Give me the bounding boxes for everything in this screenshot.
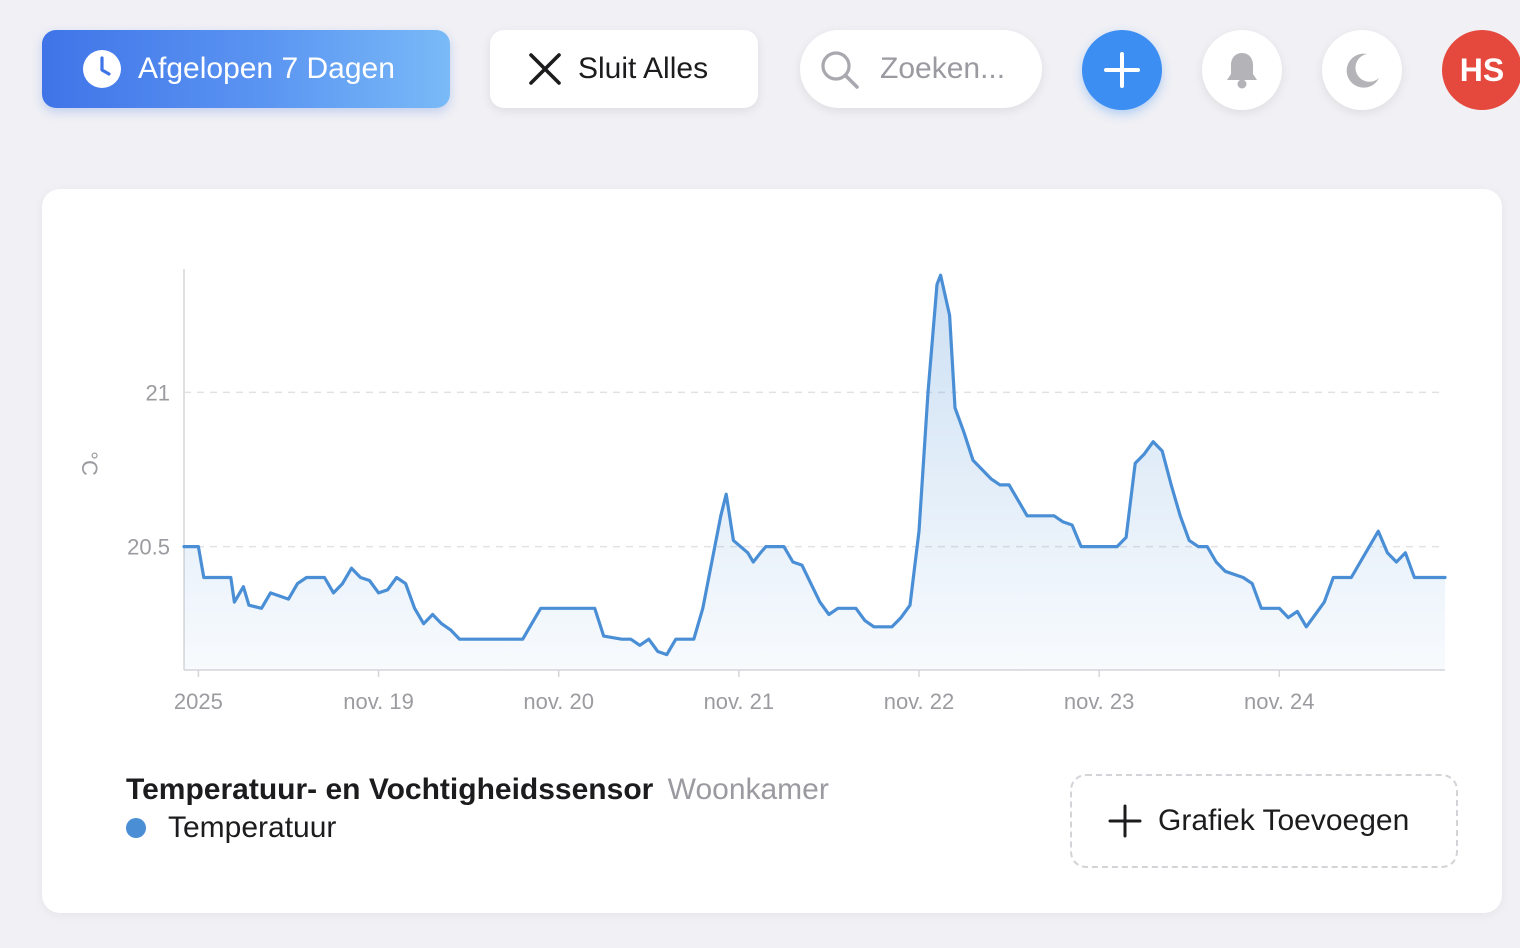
close-all-label: Sluit Alles (578, 52, 709, 85)
y-tick-label: 20.5 (127, 535, 170, 560)
area-name: Woonkamer (667, 773, 829, 806)
y-tick-label: 21 (146, 380, 170, 405)
search-box[interactable] (800, 30, 1042, 108)
x-tick-label: 2025 (174, 689, 223, 714)
plus-icon (1108, 804, 1142, 838)
x-tick-label: nov. 20 (523, 689, 594, 714)
chart-legend: Temperatuur- en Vochtigheidssensor Woonk… (126, 773, 829, 845)
temperature-chart: 20.5 21 2025 nov. 19 nov. 20 nov. 21 nov. 22 no… (77, 269, 1447, 714)
theme-toggle-button[interactable] (1322, 30, 1402, 110)
series-color-dot (126, 818, 146, 838)
clock-icon (83, 50, 121, 88)
bell-icon (1227, 53, 1257, 89)
toolbar: Afgelopen 7 Dagen Sluit Alles HS (0, 0, 1520, 140)
device-name: Temperatuur- en Vochtigheidssensor (126, 773, 654, 806)
search-icon (821, 51, 859, 89)
series-area (184, 275, 1445, 670)
legend-series-item[interactable]: Temperatuur (126, 811, 829, 845)
x-tick-label: nov. 21 (704, 689, 775, 714)
notifications-button[interactable] (1202, 30, 1282, 110)
x-tick-label: nov. 22 (884, 689, 955, 714)
add-button[interactable] (1082, 30, 1162, 110)
user-avatar[interactable]: HS (1442, 30, 1520, 110)
add-chart-label: Grafiek Toevoegen (1158, 804, 1410, 837)
x-tick-label: nov. 23 (1064, 689, 1135, 714)
moon-icon (1346, 53, 1379, 88)
history-card: 20.5 21 2025 nov. 19 nov. 20 nov. 21 nov. 22 no… (42, 189, 1502, 913)
x-tick-label: nov. 24 (1244, 689, 1315, 714)
search-input[interactable] (878, 51, 1032, 87)
close-icon (529, 53, 561, 85)
legend-title: Temperatuur- en Vochtigheidssensor Woonk… (126, 773, 829, 807)
y-axis-label: °C (77, 451, 102, 476)
close-all-button[interactable]: Sluit Alles (490, 30, 758, 108)
x-tick-label: nov. 19 (343, 689, 414, 714)
date-range-label: Afgelopen 7 Dagen (138, 52, 395, 85)
date-range-button[interactable]: Afgelopen 7 Dagen (42, 30, 450, 108)
series-name: Temperatuur (168, 811, 337, 844)
add-chart-button[interactable]: Grafiek Toevoegen (1070, 774, 1458, 868)
plus-icon (1104, 52, 1140, 88)
